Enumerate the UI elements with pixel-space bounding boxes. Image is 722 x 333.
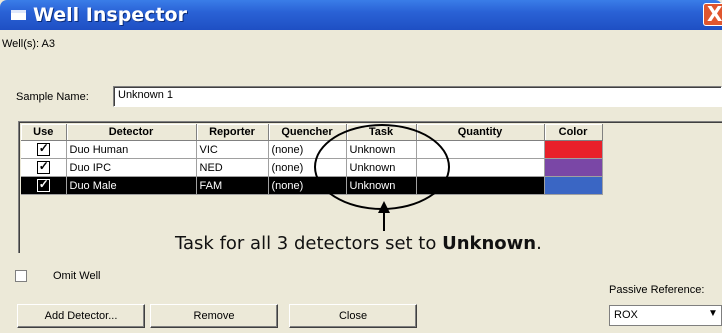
use-cell[interactable] [21, 140, 67, 159]
color-cell[interactable] [544, 140, 603, 159]
use-checkbox[interactable] [36, 159, 50, 174]
detector-cell[interactable]: Duo Male [66, 176, 197, 195]
annotation-text: Task for all 3 detectors set to [175, 233, 443, 254]
omit-well-label: Omit Well [53, 270, 101, 282]
passive-reference-label: Passive Reference: [609, 284, 705, 296]
wells-value: A3 [41, 38, 55, 50]
use-cell[interactable] [21, 158, 67, 177]
table-header: Use Detector Reporter Quencher Task Quan… [21, 124, 603, 141]
reporter-cell[interactable]: FAM [196, 176, 269, 195]
sample-name-label: Sample Name: [16, 91, 89, 103]
table-row[interactable]: Duo Human VIC (none) Unknown [21, 140, 603, 159]
wells-field: Well(s): A3 [2, 38, 55, 50]
passive-reference-select[interactable]: ROX ▼ [609, 305, 722, 326]
detector-table: Use Detector Reporter Quencher Task Quan… [21, 124, 603, 195]
sample-name-input[interactable]: Unknown 1 [113, 86, 722, 107]
wells-label: Well(s): [2, 38, 40, 50]
annotation-period: . [536, 233, 542, 254]
color-cell[interactable] [544, 158, 603, 177]
remove-button[interactable]: Remove [150, 304, 278, 328]
column-header-detector[interactable]: Detector [66, 124, 197, 141]
close-button[interactable]: Close [289, 304, 417, 328]
reporter-cell[interactable]: VIC [196, 140, 269, 159]
column-header-color[interactable]: Color [544, 124, 603, 141]
detector-cell[interactable]: Duo Human [66, 140, 197, 159]
annotation-emphasis: Unknown [442, 233, 537, 254]
color-cell[interactable] [544, 176, 603, 195]
color-swatch [544, 177, 601, 194]
table-row-selected[interactable]: Duo Male FAM (none) Unknown [21, 176, 603, 195]
annotation-callout: Task for all 3 detectors set to Unknown. [175, 233, 542, 254]
window-icon [11, 10, 26, 20]
omit-well-checkbox[interactable] [15, 270, 27, 282]
callout-arrow-line [383, 209, 385, 231]
use-checkbox[interactable] [36, 177, 50, 192]
dropdown-arrow-icon[interactable]: ▼ [708, 308, 718, 319]
column-header-reporter[interactable]: Reporter [196, 124, 269, 141]
close-icon: X [707, 2, 722, 26]
detector-cell[interactable]: Duo IPC [66, 158, 197, 177]
reporter-cell[interactable]: NED [196, 158, 269, 177]
table-row[interactable]: Duo IPC NED (none) Unknown [21, 158, 603, 177]
column-header-quantity[interactable]: Quantity [416, 124, 545, 141]
passive-reference-value: ROX [614, 309, 638, 321]
task-column-highlight-oval [314, 124, 450, 210]
use-cell[interactable] [21, 176, 67, 195]
add-detector-button[interactable]: Add Detector... [17, 304, 145, 328]
use-checkbox[interactable] [36, 141, 50, 156]
close-window-button[interactable]: X [703, 2, 722, 26]
color-swatch [544, 141, 601, 158]
column-header-use[interactable]: Use [21, 124, 67, 141]
title-bar: Well Inspector X [0, 0, 722, 30]
color-swatch [544, 159, 601, 176]
window-title: Well Inspector [33, 4, 187, 26]
